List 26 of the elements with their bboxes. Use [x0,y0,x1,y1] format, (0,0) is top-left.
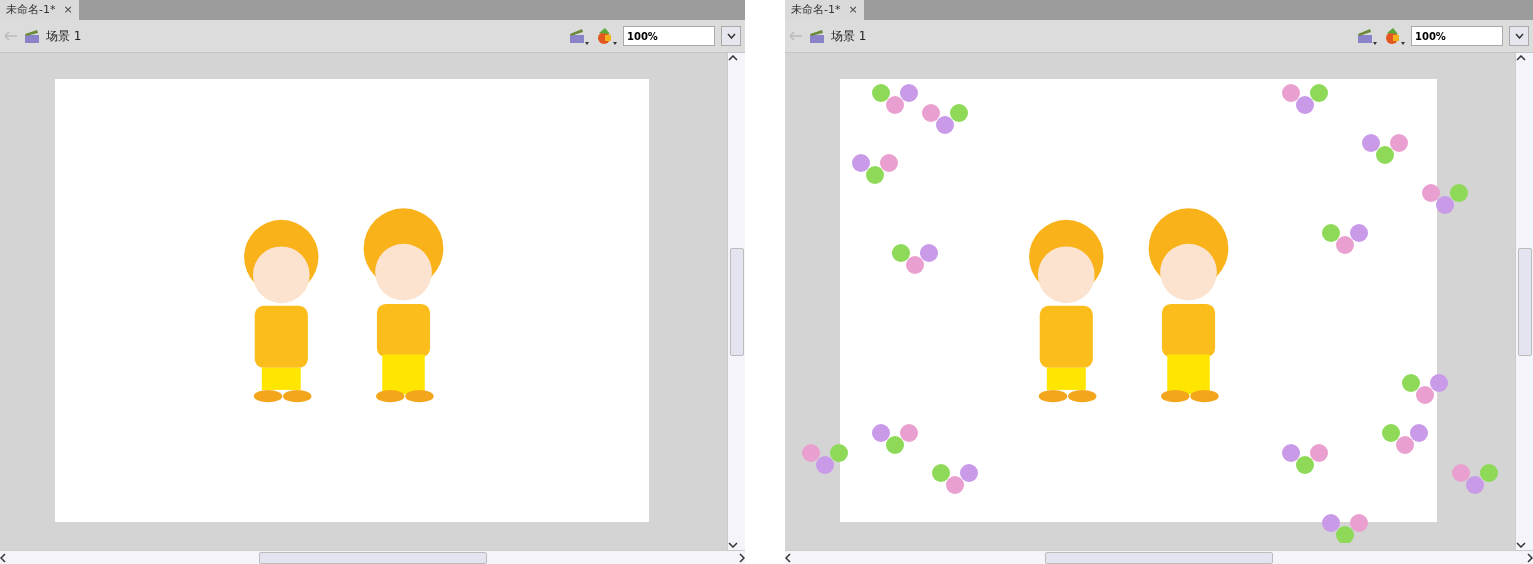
shapes-icon[interactable] [595,26,617,46]
document-tab[interactable]: 未命名-1* × [785,0,864,20]
document-tab[interactable]: 未命名-1* × [0,0,79,20]
clapperboard-icon [809,28,825,44]
chevron-down-icon [1514,33,1524,39]
zoom-field[interactable]: 100% [1411,26,1503,46]
close-button[interactable]: × [63,1,73,19]
horizontal-scrollbar[interactable] [0,550,745,564]
clapperboard-icon[interactable] [1357,27,1377,45]
scroll-thumb[interactable] [1045,551,1273,564]
vertical-scrollbar[interactable] [1515,53,1533,550]
horizontal-scrollbar[interactable] [785,550,1533,564]
vertical-scrollbar[interactable] [727,53,745,550]
scroll-thumb[interactable] [730,247,744,356]
zoom-field[interactable]: 100% [623,26,715,46]
dropdown-button[interactable] [1509,26,1529,46]
close-button[interactable]: × [848,1,858,19]
clapperboard-icon[interactable] [569,27,589,45]
shapes-icon[interactable] [1383,26,1405,46]
scene-label: 场景 1 [831,28,867,45]
dropdown-button[interactable] [721,26,741,46]
scroll-thumb[interactable] [258,551,487,564]
scene-label: 场景 1 [46,28,82,45]
clapperboard-icon [24,28,40,44]
chevron-down-icon [726,33,736,39]
scroll-thumb[interactable] [1518,247,1532,356]
